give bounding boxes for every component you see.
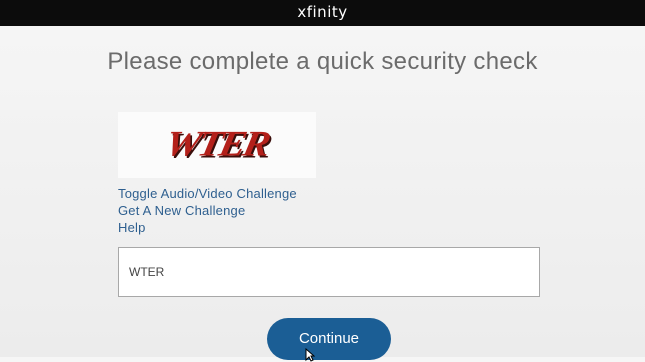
continue-button[interactable]: Continue [267,318,391,360]
captcha-image: WTER [118,112,316,178]
xfinity-logo[interactable]: xfinity [297,3,347,21]
captcha-answer-input[interactable] [118,247,540,297]
help-link[interactable]: Help [118,220,146,235]
captcha-image-text: WTER [162,122,272,164]
page-title: Please complete a quick security check [107,48,538,75]
toggle-audio-video-link[interactable]: Toggle Audio/Video Challenge [118,186,297,201]
new-challenge-link[interactable]: Get A New Challenge [118,203,245,218]
top-bar: xfinity [0,0,645,26]
